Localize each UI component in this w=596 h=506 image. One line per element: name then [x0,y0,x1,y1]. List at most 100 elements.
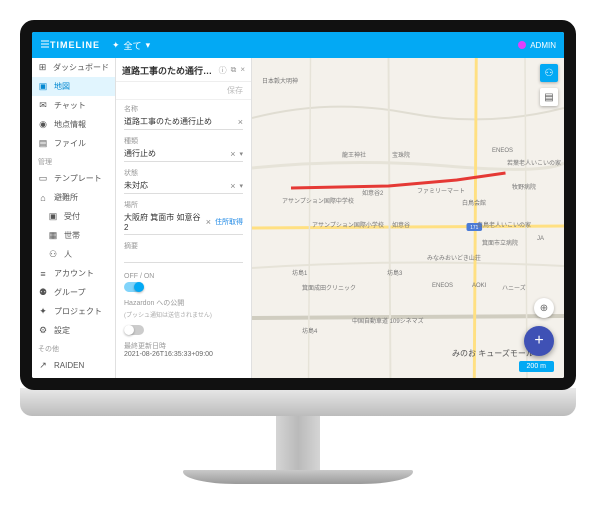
chat-icon: ✉ [38,101,48,111]
map-label: ENEOS [432,283,453,289]
admin-dot-icon [518,41,526,49]
status-select[interactable]: 未対応 [124,180,226,191]
map-scale: 200 m [519,361,554,372]
map-label: 如意谷 [392,220,410,229]
updated-label: 最終更新日時 [124,341,243,351]
sidebar-item-reception[interactable]: ▣受付 [32,207,115,226]
detail-title: 道路工事のため通行… [122,64,215,77]
sidebar-section-other: その他 [32,340,115,356]
sidebar-item-template[interactable]: ▭テンプレート [32,169,115,188]
map-label: 日本穀大明神 [262,76,298,85]
type-label: 種類 [124,136,243,146]
app-screen: TIMELINE ✦ 全て ▾ ADMIN ⊞ダッシュボード ▣地図 ✉チャット… [20,20,576,390]
clear-name-icon[interactable]: × [238,117,243,127]
map-roads: 171 [252,58,564,378]
grid2-icon: ▦ [48,231,58,241]
map-add-button[interactable]: + [524,326,554,356]
map-label: 宝珠院 [392,150,410,159]
map-label: 箕面成田クリニック [302,283,356,292]
map-label: 坊島3 [387,268,402,277]
map-label: みなみおいどき山荘 [427,253,481,262]
map-label: 龍王神社 [342,150,366,159]
sidebar-item-map[interactable]: ▣地図 [32,77,115,96]
map-locate-button[interactable]: ⊕ [534,298,554,318]
home-icon: ⌂ [38,193,48,203]
plus-icon: + [534,332,543,350]
user-icon: ⚇ [545,68,554,79]
layers-icon: ▤ [544,92,553,103]
sidebar-item-chat[interactable]: ✉チャット [32,96,115,115]
chevron-down-icon[interactable]: ▾ [239,182,243,190]
map-label: 白鳥会館 [462,198,486,207]
sidebar-item-account[interactable]: ≡アカウント [32,264,115,283]
map-label: JA [537,236,544,242]
toggle-label: OFF / ON [124,273,243,280]
locate-icon: ⊕ [540,303,548,314]
memo-label: 摘要 [124,241,243,251]
map-label: ハニーズ [502,283,526,292]
chevron-down-icon: ▾ [146,40,151,51]
map-label: アサンプション国際中学校 [282,196,354,205]
sidebar-item-people[interactable]: ⚇人 [32,245,115,264]
sidebar-item-group[interactable]: ⚉グループ [32,283,115,302]
external-link-icon[interactable]: ⧉ [231,65,237,76]
grid-icon: ⊞ [38,63,47,73]
list-icon: ▣ [48,212,58,222]
updated-value: 2021-08-26T16:35:33+09:00 [124,351,243,358]
detail-panel: 道路工事のため通行… ⓘ ⧉ × 保存 名称 道路工事のため通行止め × [116,58,252,378]
hazardon-label: Hazardon への公開 [124,298,243,308]
map-icon: ▣ [38,82,48,92]
save-button[interactable]: 保存 [116,82,251,100]
clear-status-icon[interactable]: × [230,181,235,191]
map-label: ファミリーマート [417,186,465,195]
hazardon-toggle[interactable] [124,325,144,335]
map-label: 坊島4 [302,326,317,335]
monitor-chin [20,388,576,416]
clear-type-icon[interactable]: × [230,149,235,159]
chevron-down-icon[interactable]: ▾ [239,150,243,158]
sidebar-item-settings[interactable]: ⚙設定 [32,321,115,340]
map-user-button[interactable]: ⚇ [540,64,558,82]
sidebar-item-shelter[interactable]: ⌂避難所 [32,188,115,207]
hamburger-icon[interactable] [40,39,50,51]
map-label: 中国自動車道 109シネマズ [352,316,424,325]
sidebar-item-dashboard[interactable]: ⊞ダッシュボード [32,58,115,77]
map-label: AOKI [472,283,486,289]
group-icon: ⚉ [38,288,48,298]
filter-dropdown[interactable]: ✦ 全て ▾ [112,39,150,52]
type-select[interactable]: 通行止め [124,148,226,159]
account-icon: ≡ [38,269,48,279]
get-address-link[interactable]: 住所取得 [215,217,243,227]
sidebar-item-household[interactable]: ▦世帯 [32,226,115,245]
sidebar: ⊞ダッシュボード ▣地図 ✉チャット ◉地点情報 ▤ファイル 管理 ▭テンプレー… [32,58,116,378]
name-input[interactable]: 道路工事のため通行止め [124,116,234,127]
file-icon: ▤ [38,139,48,149]
sidebar-item-project[interactable]: ✦プロジェクト [32,302,115,321]
sidebar-item-points[interactable]: ◉地点情報 [32,115,115,134]
monitor-stand [20,416,576,484]
close-icon[interactable]: × [240,65,245,76]
topbar: TIMELINE ✦ 全て ▾ ADMIN [32,32,564,58]
admin-badge[interactable]: ADMIN [518,41,556,50]
clear-place-icon[interactable]: × [206,217,211,227]
gear-icon: ⚙ [38,326,48,336]
map-layers-button[interactable]: ▤ [540,88,558,106]
place-input[interactable]: 大阪府 箕面市 如意谷2 [124,212,202,232]
map-label: アサンプション国際小学校 [312,220,384,229]
info-icon[interactable]: ⓘ [219,65,227,76]
filter-icon: ✦ [112,40,120,51]
name-label: 名称 [124,104,243,114]
sidebar-item-files[interactable]: ▤ファイル [32,134,115,153]
place-label: 場所 [124,200,243,210]
map-label: 若葉老人いこいの家 [507,158,561,167]
person-icon: ⚇ [48,250,58,260]
sidebar-item-hazardon[interactable]: ↗Hazardon [32,374,115,378]
project-icon: ✦ [38,307,48,317]
pin-icon: ◉ [38,120,48,130]
sidebar-section-admin: 管理 [32,153,115,169]
active-toggle[interactable] [124,282,144,292]
sidebar-item-raiden[interactable]: ↗RAIDEN [32,356,115,374]
map-canvas[interactable]: 171 日本穀大明神 龍王神社 宝珠院 ENEOS 若葉老人いこいの家 アサンプ… [252,58,564,378]
map-label: 如意谷2 [362,188,383,197]
map-label: みのお キューズモール [452,348,534,359]
